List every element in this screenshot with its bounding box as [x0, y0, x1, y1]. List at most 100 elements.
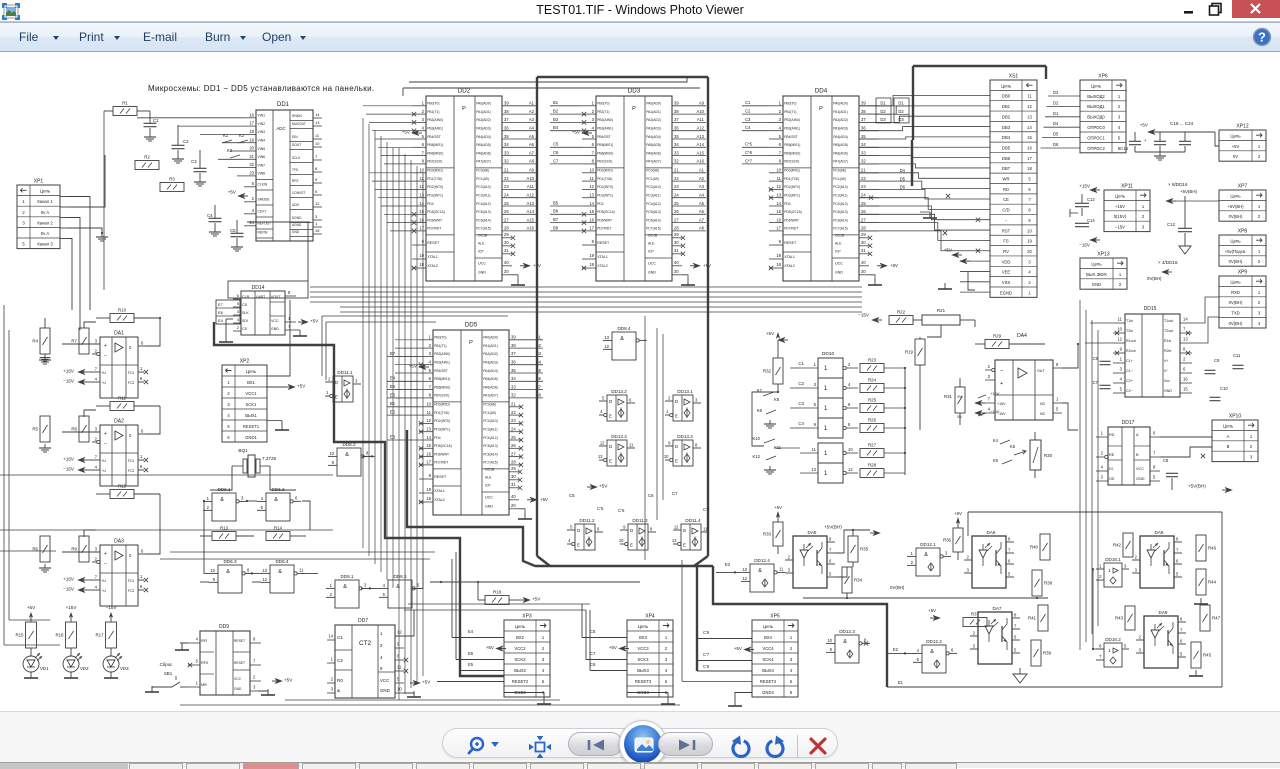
- svg-text:5: 5: [1056, 407, 1059, 412]
- svg-text:DD11.3: DD11.3: [632, 518, 648, 523]
- svg-text:R24: R24: [868, 378, 877, 383]
- svg-text:37: 37: [504, 117, 509, 122]
- svg-text:12: 12: [674, 525, 679, 530]
- svg-text:FC2: FC2: [128, 589, 135, 593]
- svg-text:C2+: C2+: [1126, 379, 1133, 383]
- svg-text:4: 4: [779, 126, 782, 131]
- svg-text:12: 12: [315, 201, 320, 206]
- svg-text:ВЫХ.ЗВУК: ВЫХ.ЗВУК: [1086, 272, 1107, 277]
- svg-text:6: 6: [1028, 187, 1031, 192]
- svg-text:PB7(SCK): PB7(SCK): [434, 394, 449, 398]
- svg-text:20: 20: [674, 269, 679, 274]
- svg-text:E: E: [675, 414, 678, 419]
- svg-text:0V: 0V: [1233, 154, 1238, 159]
- svg-text:ICP: ICP: [478, 250, 484, 254]
- svg-text:28: 28: [504, 226, 509, 231]
- svg-text:2: 2: [1139, 635, 1142, 640]
- svg-text:2: 2: [422, 109, 425, 114]
- svg-text:37: 37: [861, 117, 866, 122]
- svg-text:3: 3: [1139, 648, 1142, 653]
- svg-text:3: 3: [973, 644, 976, 649]
- svg-text:2: 2: [1258, 300, 1261, 305]
- svg-text:2: 2: [237, 325, 240, 330]
- svg-text:R18: R18: [493, 590, 502, 595]
- svg-text:1: 1: [824, 386, 828, 392]
- svg-text:UCC: UCC: [485, 496, 493, 500]
- svg-text:3: 3: [967, 568, 970, 573]
- svg-text:26: 26: [861, 209, 866, 214]
- svg-text:2: 2: [207, 505, 210, 510]
- svg-text:−: −: [104, 561, 107, 567]
- svg-text:DA5: DA5: [808, 530, 817, 535]
- svg-text:14: 14: [328, 634, 333, 639]
- svg-text:1: 1: [824, 471, 828, 477]
- svg-text:Цепь: Цепь: [1115, 193, 1126, 198]
- svg-text:RF0: RF0: [201, 661, 208, 665]
- svg-text:PD1(TXD): PD1(TXD): [597, 177, 612, 181]
- svg-text:ВЫХ1: ВЫХ1: [245, 413, 257, 418]
- svg-text:1: 1: [288, 316, 291, 321]
- svg-text:C6: C6: [648, 493, 654, 498]
- svg-text:DD3: DD3: [628, 88, 641, 95]
- svg-text:K2: K2: [239, 133, 245, 138]
- svg-text:ALE: ALE: [478, 242, 485, 246]
- svg-text:+15V: +15V: [1079, 184, 1091, 189]
- svg-text:VIN1: VIN1: [258, 114, 266, 118]
- svg-text:20: 20: [504, 269, 509, 274]
- svg-text:A16: A16: [527, 226, 535, 231]
- svg-text:PB1(T1): PB1(T1): [427, 110, 439, 114]
- svg-text:A8: A8: [529, 159, 535, 164]
- svg-text:DD6.1: DD6.1: [217, 487, 230, 492]
- svg-text:0v А: 0v А: [41, 210, 50, 215]
- svg-text:10: 10: [664, 454, 669, 459]
- svg-text:19: 19: [776, 253, 781, 258]
- svg-text:PD1(TXD): PD1(TXD): [427, 177, 442, 181]
- svg-text:+5V: +5V: [409, 364, 418, 369]
- svg-text:SB1: SB1: [164, 671, 173, 676]
- svg-text:PB2(AIN0): PB2(AIN0): [784, 118, 800, 122]
- svg-text:PA3(AD3): PA3(AD3): [833, 127, 848, 131]
- svg-text:9: 9: [668, 441, 671, 446]
- svg-text:PA2(AD2): PA2(AD2): [833, 118, 848, 122]
- svg-text:R29: R29: [993, 334, 1002, 339]
- svg-text:A8: A8: [699, 226, 705, 231]
- svg-text:PD4: PD4: [434, 436, 441, 440]
- svg-text:8: 8: [695, 443, 698, 448]
- svg-text:12: 12: [426, 418, 431, 423]
- svg-text:37: 37: [674, 117, 679, 122]
- svg-text:40: 40: [674, 260, 679, 265]
- svg-text:31: 31: [674, 248, 679, 253]
- svg-text:1: 1: [331, 657, 334, 662]
- svg-text:+5V: +5V: [228, 190, 237, 195]
- svg-text:GND: GND: [1164, 389, 1172, 393]
- svg-text:R9: R9: [71, 547, 77, 552]
- svg-text:DD4: DD4: [815, 88, 828, 95]
- svg-text:E4: E4: [218, 318, 224, 323]
- svg-text:10: 10: [848, 447, 853, 452]
- svg-text:Цепь: Цепь: [1230, 279, 1241, 284]
- svg-text:6: 6: [422, 142, 425, 147]
- svg-text:PB4/SST: PB4/SST: [597, 135, 611, 139]
- svg-text:PC2(A10): PC2(A10): [476, 185, 490, 189]
- svg-text:C/D: C/D: [1002, 208, 1009, 213]
- svg-text:+5V: +5V: [402, 130, 411, 135]
- svg-text:DB0: DB0: [1002, 94, 1011, 99]
- svg-text:Цепь: Цепь: [515, 624, 526, 629]
- svg-text:PC0(A8): PC0(A8): [476, 169, 489, 173]
- svg-text:2: 2: [1119, 282, 1122, 287]
- svg-text:XS1: XS1: [1009, 74, 1019, 80]
- svg-text:D4: D4: [1053, 121, 1059, 126]
- svg-text:+15V: +15V: [63, 457, 75, 462]
- svg-text:4: 4: [1258, 321, 1261, 326]
- svg-text:CLKIN: CLKIN: [258, 183, 268, 187]
- svg-text:A6: A6: [699, 209, 705, 214]
- svg-text:C*7: C*7: [745, 158, 753, 163]
- svg-text:R1in: R1in: [1164, 339, 1171, 343]
- svg-text:K5: K5: [1010, 444, 1016, 449]
- svg-text:1: 1: [911, 551, 914, 556]
- svg-text:13: 13: [419, 193, 424, 198]
- svg-text:27: 27: [674, 217, 679, 222]
- svg-text:10: 10: [827, 638, 832, 643]
- svg-text:DD11.1: DD11.1: [337, 370, 353, 375]
- svg-text:24: 24: [511, 427, 516, 432]
